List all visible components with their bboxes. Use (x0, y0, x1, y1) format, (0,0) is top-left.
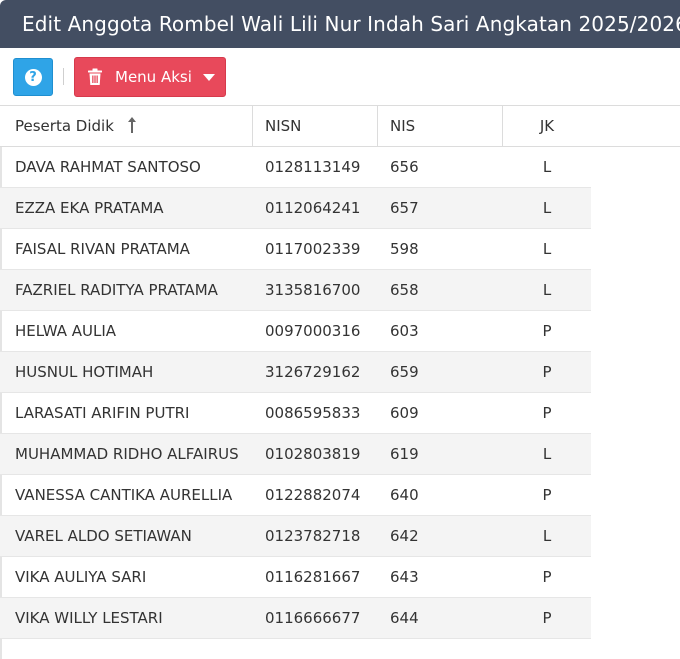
cell-nis: 642 (390, 527, 419, 545)
cell-jk: L (542, 158, 552, 176)
cell-nis: 657 (390, 199, 419, 217)
table-row[interactable]: VANESSA CANTIKA AURELLIA 0122882074 640 … (0, 475, 591, 516)
cell-nis: 640 (390, 486, 419, 504)
cell-peserta-didik: FAISAL RIVAN PRATAMA (15, 240, 190, 258)
column-header-nisn[interactable]: NISN (253, 106, 378, 146)
cell-nisn: 0128113149 (265, 158, 361, 176)
cell-nis: 644 (390, 609, 419, 627)
column-header-jk[interactable]: JK (503, 106, 591, 146)
cell-nisn: 0086595833 (265, 404, 361, 422)
cell-jk: P (542, 609, 552, 627)
column-header-peserta-didik[interactable]: Peserta Didik (0, 106, 253, 146)
cell-peserta-didik: LARASATI ARIFIN PUTRI (15, 404, 190, 422)
table-row[interactable]: VAREL ALDO SETIAWAN 0123782718 642 L (0, 516, 591, 557)
toolbar: ? Menu Aksi (0, 48, 680, 106)
cell-nisn: 0097000316 (265, 322, 361, 340)
cell-jk: P (542, 486, 552, 504)
cell-nis: 658 (390, 281, 419, 299)
help-button[interactable]: ? (13, 58, 53, 96)
cell-jk: P (542, 322, 552, 340)
cell-nis: 598 (390, 240, 419, 258)
table-row[interactable]: FAZRIEL RADITYA PRATAMA 3135816700 658 L (0, 270, 591, 311)
table-row[interactable]: VIKA AULIYA SARI 0116281667 643 P (0, 557, 591, 598)
cell-nisn: 0116281667 (265, 568, 361, 586)
caret-down-icon (202, 73, 215, 81)
cell-jk: L (542, 445, 552, 463)
table-row[interactable]: LARASATI ARIFIN PUTRI 0086595833 609 P (0, 393, 591, 434)
toolbar-separator (63, 68, 64, 85)
cell-peserta-didik: VIKA WILLY LESTARI (15, 609, 163, 627)
trash-icon (88, 68, 102, 85)
cell-peserta-didik: VANESSA CANTIKA AURELLIA (15, 486, 233, 504)
column-header-label: Peserta Didik (15, 117, 114, 135)
cell-nisn: 0123782718 (265, 527, 361, 545)
cell-peserta-didik: VAREL ALDO SETIAWAN (15, 527, 192, 545)
window-title: Edit Anggota Rombel Wali Lili Nur Indah … (0, 0, 680, 48)
cell-nisn: 3126729162 (265, 363, 361, 381)
question-circle-icon: ? (24, 68, 42, 86)
cell-jk: L (542, 199, 552, 217)
cell-peserta-didik: HELWA AULIA (15, 322, 117, 340)
cell-nisn: 0117002339 (265, 240, 361, 258)
members-grid: Peserta Didik NISN NIS JK DAVA RAHMAT SA… (0, 106, 680, 639)
table-row[interactable]: HUSNUL HOTIMAH 3126729162 659 P (0, 352, 591, 393)
cell-peserta-didik: FAZRIEL RADITYA PRATAMA (15, 281, 218, 299)
cell-jk: P (542, 568, 552, 586)
table-row[interactable]: VIKA WILLY LESTARI 0116666677 644 P (0, 598, 591, 639)
menu-aksi-button[interactable]: Menu Aksi (74, 57, 226, 97)
cell-peserta-didik: VIKA AULIYA SARI (15, 568, 147, 586)
cell-nis: 659 (390, 363, 419, 381)
table-row[interactable]: FAISAL RIVAN PRATAMA 0117002339 598 L (0, 229, 591, 270)
cell-peserta-didik: HUSNUL HOTIMAH (15, 363, 154, 381)
table-row[interactable]: HELWA AULIA 0097000316 603 P (0, 311, 591, 352)
cell-nis: 619 (390, 445, 419, 463)
table-row[interactable]: EZZA EKA PRATAMA 0112064241 657 L (0, 188, 591, 229)
sort-ascending-icon (127, 116, 136, 133)
column-header-nis[interactable]: NIS (378, 106, 503, 146)
cell-nisn: 0122882074 (265, 486, 361, 504)
cell-nisn: 0112064241 (265, 199, 361, 217)
cell-jk: P (542, 404, 552, 422)
grid-header: Peserta Didik NISN NIS JK (0, 106, 680, 147)
table-row[interactable]: DAVA RAHMAT SANTOSO 0128113149 656 L (0, 147, 591, 188)
cell-nis: 643 (390, 568, 419, 586)
cell-jk: L (542, 527, 552, 545)
dialog-window: Edit Anggota Rombel Wali Lili Nur Indah … (0, 0, 680, 659)
cell-peserta-didik: EZZA EKA PRATAMA (15, 199, 164, 217)
menu-aksi-label: Menu Aksi (115, 68, 192, 86)
cell-peserta-didik: MUHAMMAD RIDHO ALFAIRUS (15, 445, 239, 463)
table-row[interactable]: MUHAMMAD RIDHO ALFAIRUS 0102803819 619 L (0, 434, 591, 475)
cell-nisn: 3135816700 (265, 281, 361, 299)
cell-nis: 603 (390, 322, 419, 340)
cell-jk: L (542, 281, 552, 299)
cell-nisn: 0102803819 (265, 445, 361, 463)
cell-jk: L (542, 240, 552, 258)
cell-nisn: 0116666677 (265, 609, 361, 627)
cell-nis: 609 (390, 404, 419, 422)
grid-body: DAVA RAHMAT SANTOSO 0128113149 656 L EZZ… (0, 147, 591, 639)
cell-nis: 656 (390, 158, 419, 176)
cell-peserta-didik: DAVA RAHMAT SANTOSO (15, 158, 201, 176)
cell-jk: P (542, 363, 552, 381)
